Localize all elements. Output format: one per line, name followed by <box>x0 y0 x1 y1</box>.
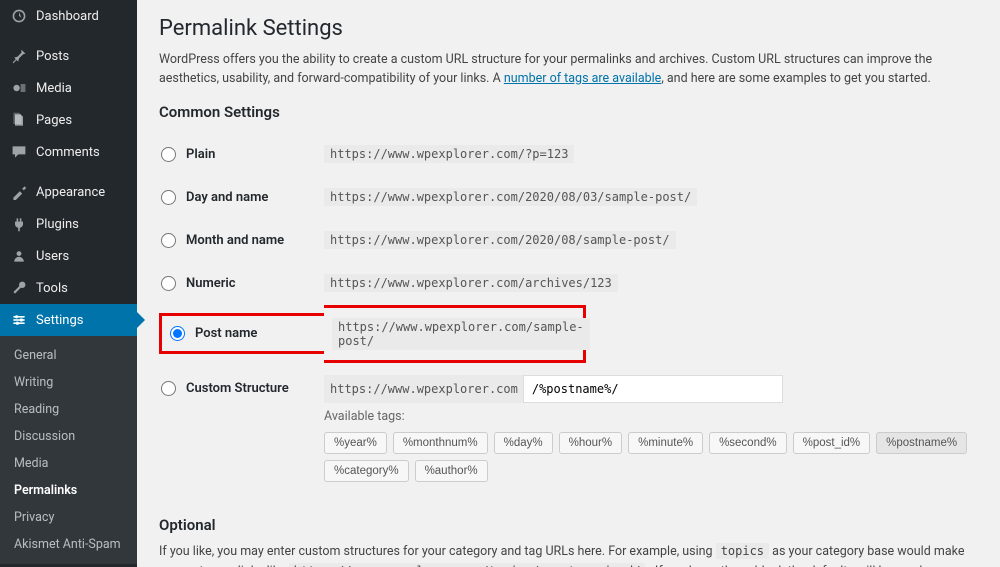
tag-hour[interactable]: %hour% <box>559 432 622 454</box>
menu-label: Media <box>36 81 72 96</box>
option-postname: Post name https://www.wpexplorer.com/sam… <box>159 305 978 363</box>
example-monthname: https://www.wpexplorer.com/2020/08/sampl… <box>324 231 676 249</box>
sidebar-item-appearance[interactable]: Appearance <box>0 176 137 208</box>
page-description: WordPress offers you the ability to crea… <box>159 51 978 89</box>
example-numeric: https://www.wpexplorer.com/archives/123 <box>324 274 618 292</box>
media-icon <box>10 80 28 96</box>
subitem-discussion[interactable]: Discussion <box>0 423 137 450</box>
tag-author[interactable]: %author% <box>415 460 488 482</box>
menu-label: Pages <box>36 113 72 128</box>
menu-label: Tools <box>36 281 68 296</box>
sidebar-item-settings[interactable]: Settings <box>0 304 137 336</box>
radio-monthname[interactable] <box>161 233 176 248</box>
custom-structure-input[interactable] <box>523 375 783 403</box>
appearance-icon <box>10 184 28 200</box>
menu-label: Comments <box>36 145 100 160</box>
code-example-url: https://www.wpexplorer.com/topics/uncate… <box>289 563 646 567</box>
example-postname: https://www.wpexplorer.com/sample-post/ <box>332 318 590 350</box>
option-plain-label[interactable]: Plain <box>161 147 318 162</box>
subitem-writing[interactable]: Writing <box>0 369 137 396</box>
tag-second[interactable]: %second% <box>709 432 787 454</box>
tag-day[interactable]: %day% <box>494 432 553 454</box>
plugins-icon <box>10 216 28 232</box>
admin-sidebar: Dashboard Posts Media Pages Comments App… <box>0 0 137 567</box>
option-dayname: Day and name https://www.wpexplorer.com/… <box>159 176 978 219</box>
sidebar-item-users[interactable]: Users <box>0 240 137 272</box>
optional-description: If you like, you may enter custom struct… <box>159 542 978 567</box>
users-icon <box>10 248 28 264</box>
dashboard-icon <box>10 8 28 24</box>
sidebar-item-tools[interactable]: Tools <box>0 272 137 304</box>
subitem-privacy[interactable]: Privacy <box>0 504 137 531</box>
available-tags-label: Available tags: <box>324 409 978 424</box>
tag-monthnum[interactable]: %monthnum% <box>393 432 488 454</box>
sidebar-item-posts[interactable]: Posts <box>0 40 137 72</box>
code-topics: topics <box>716 543 769 559</box>
option-custom: Custom Structure https://www.wpexplorer.… <box>159 363 978 494</box>
settings-icon <box>10 312 28 328</box>
option-numeric: Numeric https://www.wpexplorer.com/archi… <box>159 262 978 305</box>
radio-numeric[interactable] <box>161 276 176 291</box>
subitem-media[interactable]: Media <box>0 450 137 477</box>
sidebar-item-dashboard[interactable]: Dashboard <box>0 0 137 32</box>
menu-label: Plugins <box>36 217 79 232</box>
tags-doc-link[interactable]: number of tags are available <box>504 71 661 86</box>
comment-icon <box>10 144 28 160</box>
tag-post-id[interactable]: %post_id% <box>793 432 871 454</box>
tools-icon <box>10 280 28 296</box>
tag-minute[interactable]: %minute% <box>628 432 703 454</box>
custom-prefix: https://www.wpexplorer.com <box>324 375 524 403</box>
optional-heading: Optional <box>159 516 978 534</box>
sidebar-item-comments[interactable]: Comments <box>0 136 137 168</box>
subitem-general[interactable]: General <box>0 342 137 369</box>
subitem-akismet[interactable]: Akismet Anti-Spam <box>0 531 137 558</box>
pages-icon <box>10 112 28 128</box>
option-custom-label[interactable]: Custom Structure <box>161 381 318 396</box>
menu-label: Dashboard <box>36 9 99 24</box>
option-monthname: Month and name https://www.wpexplorer.co… <box>159 219 978 262</box>
example-plain: https://www.wpexplorer.com/?p=123 <box>324 145 574 163</box>
sidebar-item-plugins[interactable]: Plugins <box>0 208 137 240</box>
permalink-options-table: Plain https://www.wpexplorer.com/?p=123 … <box>159 133 978 494</box>
radio-custom[interactable] <box>161 381 176 396</box>
menu-label: Posts <box>36 49 69 64</box>
radio-plain[interactable] <box>161 147 176 162</box>
menu-label: Appearance <box>36 185 105 200</box>
option-numeric-label[interactable]: Numeric <box>161 276 318 291</box>
pin-icon <box>10 48 28 64</box>
sidebar-item-pages[interactable]: Pages <box>0 104 137 136</box>
common-settings-heading: Common Settings <box>159 103 978 121</box>
subitem-reading[interactable]: Reading <box>0 396 137 423</box>
option-monthname-label[interactable]: Month and name <box>161 233 318 248</box>
radio-postname[interactable] <box>170 326 185 341</box>
tag-postname[interactable]: %postname% <box>876 432 967 454</box>
sidebar-item-media[interactable]: Media <box>0 72 137 104</box>
radio-dayname[interactable] <box>161 190 176 205</box>
tag-buttons: %year% %monthnum% %day% %hour% %minute% … <box>324 432 978 482</box>
main-content: Permalink Settings WordPress offers you … <box>137 0 1000 567</box>
option-dayname-label[interactable]: Day and name <box>161 190 318 205</box>
option-plain: Plain https://www.wpexplorer.com/?p=123 <box>159 133 978 176</box>
tag-year[interactable]: %year% <box>324 432 387 454</box>
menu-label: Settings <box>36 313 83 328</box>
subitem-permalinks[interactable]: Permalinks <box>0 477 137 504</box>
page-title: Permalink Settings <box>159 16 978 41</box>
menu-label: Users <box>36 249 69 264</box>
settings-submenu: General Writing Reading Discussion Media… <box>0 336 137 564</box>
example-dayname: https://www.wpexplorer.com/2020/08/03/sa… <box>324 188 697 206</box>
tag-category[interactable]: %category% <box>324 460 409 482</box>
option-postname-label[interactable]: Post name <box>170 326 257 341</box>
